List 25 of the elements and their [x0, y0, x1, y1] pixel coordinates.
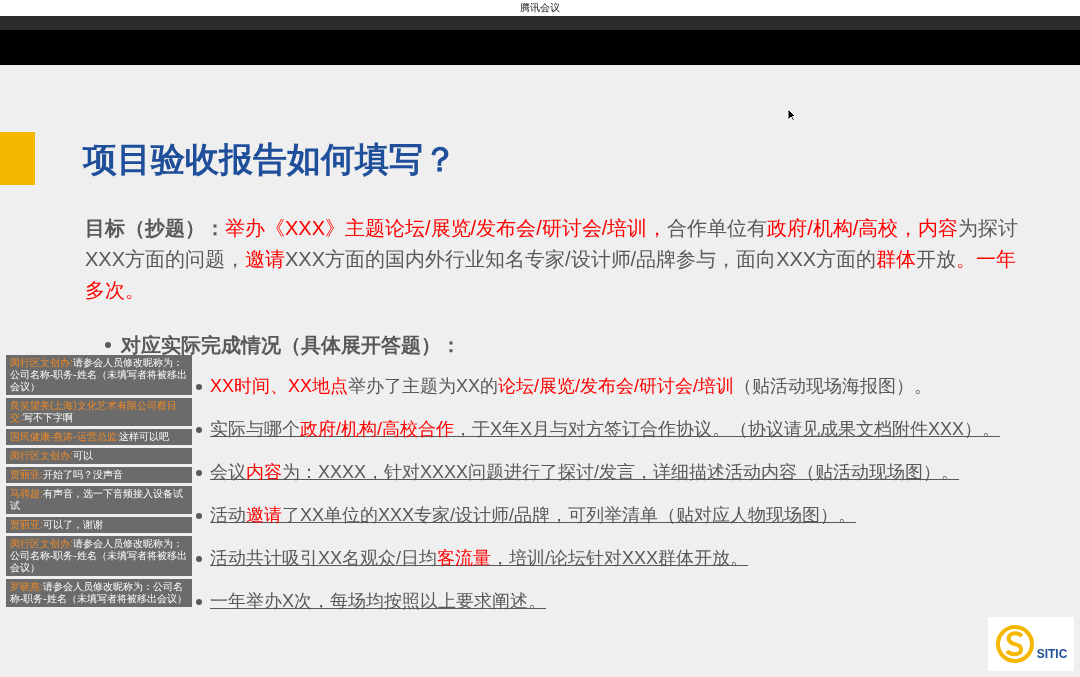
bullet-icon [196, 556, 202, 562]
slide-title: 项目验收报告如何填写？ [83, 138, 457, 180]
chat-message: 贾丽亚:可以了，谢谢 [6, 517, 192, 533]
bullet-icon [105, 342, 111, 348]
bullet-icon [196, 427, 202, 433]
logo-ring-icon [994, 622, 1035, 666]
chat-message: 良笑望美(上海)文化艺术有限公司蔡目交:写不下字啊 [6, 398, 192, 426]
section-heading: 对应实际完成情况（具体展开答题）： [121, 333, 461, 358]
logo-text: SITIC [1036, 646, 1068, 663]
bullet-icon [196, 470, 202, 476]
chat-message: 闵行区文创办:请参会人员修改昵称为：公司名称-职务-姓名（未填写者将被移出会议） [6, 355, 192, 395]
chat-message: 国民健康-燕涛-运营总监:这样可以吧 [6, 429, 192, 445]
chat-message: 闵行区文创办:可以 [6, 448, 192, 464]
accent-bar [0, 132, 35, 185]
bullet-text: XX时间、XX地点举办了主题为XX的论坛/展览/发布会/研讨会/培训（贴活动现场海报图）。 [210, 375, 933, 398]
mouse-cursor-icon [787, 108, 796, 122]
bullet-icon [196, 384, 202, 390]
chat-message: 马骋超:有声音，选一下音频接入设备试试 [6, 486, 192, 514]
chat-message: 闵行区文创办:请参会人员修改昵称为：公司名称-职务-姓名（未填写者将被移出会议） [6, 536, 192, 576]
goal-paragraph: 目标（抄题）：举办《XXX》主题论坛/展览/发布会/研讨会/培训，合作单位有政府/机构/高校，内容为探讨XXX方面的问题，邀请XXX方面的国内外行业知名专家/设计师/品牌参与，面向XXX方面的群体开放。一年多次。 [85, 216, 1020, 303]
bullet-icon [196, 599, 202, 605]
window-title: 腾讯会议 [520, 2, 560, 14]
bullet-icon [196, 513, 202, 519]
chat-message: 贾丽亚:开始了吗？没声音 [6, 467, 192, 483]
chat-message: 罗晓燕:请参会人员修改昵称为：公司名称-职务-姓名（未填写者将被移出会议） [6, 579, 192, 607]
